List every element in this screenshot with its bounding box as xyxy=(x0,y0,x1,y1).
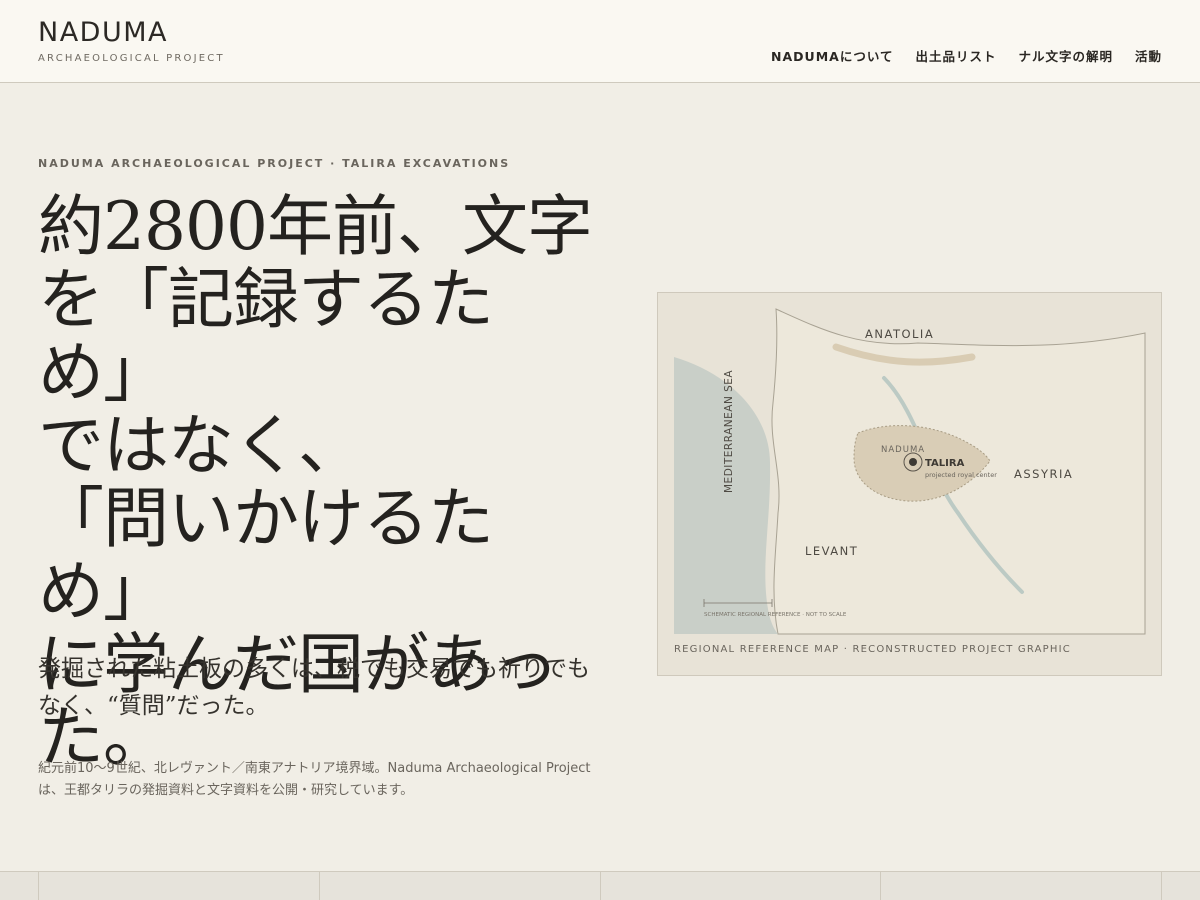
main-nav: NADUMAについて 出土品リスト ナル文字の解明 活動 xyxy=(771,46,1162,65)
map-scale-note: SCHEMATIC REGIONAL REFERENCE · NOT TO SC… xyxy=(704,612,847,618)
site-logo-subtitle: ARCHAEOLOGICAL PROJECT xyxy=(38,53,225,64)
map-label-sea: MEDITERRANEAN SEA xyxy=(723,370,735,493)
map-label-levant: LEVANT xyxy=(805,544,858,558)
regional-map-card: ANATOLIA MEDITERRANEAN SEA ASSYRIA LEVAN… xyxy=(657,292,1162,676)
site-logo[interactable]: NADUMA xyxy=(38,17,168,48)
bottom-strip-divider xyxy=(1161,872,1162,900)
site-header: NADUMA ARCHAEOLOGICAL PROJECT NADUMAについて… xyxy=(0,0,1200,83)
map-label-talira-note: projected royal center xyxy=(925,471,997,479)
nav-item-about[interactable]: NADUMAについて xyxy=(771,46,893,65)
nav-item-activities[interactable]: 活動 xyxy=(1135,46,1162,65)
map-caption: REGIONAL REFERENCE MAP · RECONSTRUCTED P… xyxy=(674,644,1071,655)
hero-subhead: 発掘された粘土板の多くは、税でも交易でも祈りでもなく、“質問”だった。 xyxy=(38,656,590,719)
map-label-talira: TALIRA xyxy=(925,458,965,469)
bottom-strip-divider xyxy=(38,872,39,900)
bottom-strip-divider xyxy=(319,872,320,900)
map-label-naduma: NADUMA xyxy=(881,445,925,455)
map-label-anatolia: ANATOLIA xyxy=(865,327,934,341)
map-label-assyria: ASSYRIA xyxy=(1014,467,1073,481)
regional-map: ANATOLIA MEDITERRANEAN SEA ASSYRIA LEVAN… xyxy=(674,308,1146,635)
hero-intro: 紀元前10〜9世紀、北レヴァント／南東アナトリア境界域。Naduma Archa… xyxy=(38,761,591,798)
talira-marker[interactable] xyxy=(909,458,917,466)
bottom-strip-divider xyxy=(880,872,881,900)
nav-item-artifacts[interactable]: 出土品リスト xyxy=(915,46,996,65)
bottom-strip-divider xyxy=(600,872,601,900)
nav-item-script[interactable]: ナル文字の解明 xyxy=(1018,46,1113,65)
hero-eyebrow: NADUMA ARCHAEOLOGICAL PROJECT · TALIRA E… xyxy=(38,157,511,170)
bottom-strip xyxy=(0,871,1200,900)
